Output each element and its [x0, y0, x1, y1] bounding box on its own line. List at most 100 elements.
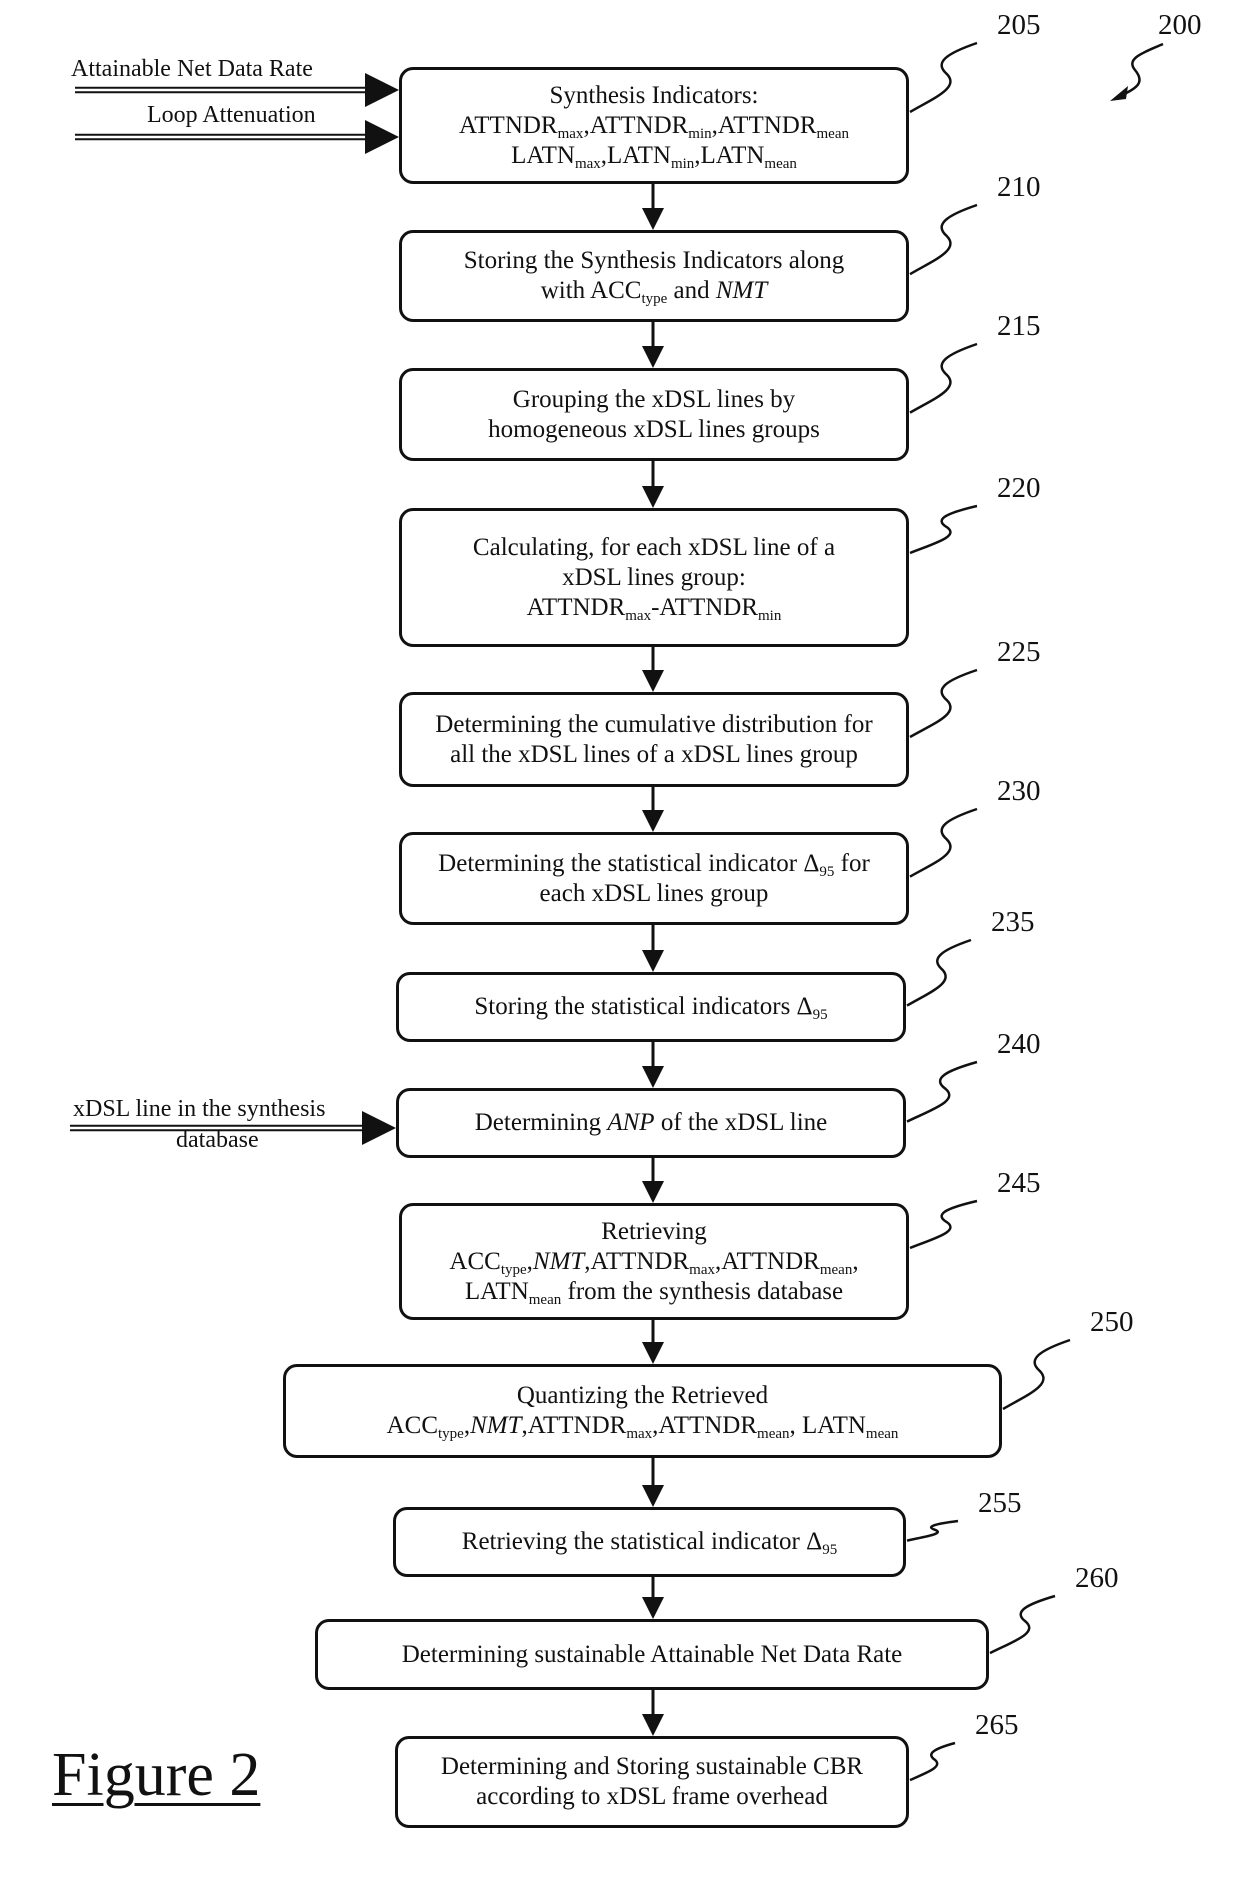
step-text-segment: ,	[852, 1247, 859, 1275]
step-text-line: each xDSL lines group	[540, 879, 769, 909]
step-box-235: Storing the statistical indicators Δ95	[396, 972, 906, 1042]
input-label-loop-attenuation: Loop Attenuation	[147, 102, 316, 128]
step-text-line: ACCtype,NMT,ATTNDRmax,ATTNDRmean, LATNme…	[386, 1411, 899, 1442]
step-text-segment: type	[438, 1426, 464, 1442]
flow-arrow-225-to-230	[642, 787, 664, 832]
leader-line-235	[906, 938, 972, 1007]
flow-arrow-210-to-215	[642, 322, 664, 368]
step-text-segment: xDSL lines group:	[562, 563, 746, 591]
reference-numeral-225: 225	[997, 636, 1041, 668]
step-text-segment: mean	[757, 1426, 790, 1442]
step-text-segment: ,ATTNDR	[521, 1412, 627, 1439]
step-text-line: xDSL lines group:	[562, 563, 746, 593]
flow-arrow-255-to-260	[642, 1577, 664, 1619]
leader-line-250	[1002, 1338, 1071, 1411]
leader-line-245	[909, 1199, 978, 1250]
arrowhead-icon	[365, 73, 399, 107]
step-text-segment: ATTNDR	[459, 111, 558, 139]
step-text-segment: ,ATTNDR	[711, 111, 817, 139]
step-text-line: according to xDSL frame overhead	[476, 1782, 828, 1812]
input-label-xdsl-line-in-synthesis-database: xDSL line in the synthesis	[73, 1096, 326, 1122]
reference-numeral-210: 210	[997, 171, 1041, 203]
step-text-segment: Grouping the xDSL lines by	[512, 385, 796, 413]
step-text-segment: ANP	[607, 1109, 655, 1136]
step-text-segment: Retrieving the statistical indicator Δ	[461, 1528, 823, 1555]
leader-line-225	[909, 668, 978, 739]
reference-numeral-205: 205	[997, 9, 1041, 41]
step-text-segment: max	[626, 1426, 653, 1442]
step-text-segment: Determining	[474, 1109, 608, 1136]
step-text-segment: mean	[865, 1426, 899, 1442]
step-text-segment: ,ATTNDR	[584, 1247, 690, 1275]
reference-numeral-245: 245	[997, 1167, 1041, 1199]
step-text-segment: type	[500, 1261, 527, 1278]
step-text-segment: ACC	[386, 1412, 438, 1439]
step-text-segment: Determining the statistical indicator Δ	[438, 849, 820, 877]
arrowhead-icon	[365, 120, 399, 154]
step-box-225: Determining the cumulative distribution …	[399, 692, 909, 787]
arrowhead-icon	[642, 346, 664, 368]
leader-line-230	[909, 807, 978, 878]
leader-line-220	[909, 504, 978, 555]
step-text-segment: mean	[819, 1261, 853, 1278]
reference-numeral-255: 255	[978, 1487, 1022, 1519]
flow-arrow-245-to-250	[642, 1320, 664, 1364]
arrowhead-icon	[642, 1181, 664, 1203]
step-text-segment: ,LATN	[694, 141, 765, 169]
step-box-240: Determining ANP of the xDSL line	[396, 1088, 906, 1158]
step-text-line: Determining the statistical indicator Δ9…	[438, 849, 870, 880]
step-text-line: ATTNDRmax,ATTNDRmin,ATTNDRmean	[459, 111, 849, 142]
arrowhead-icon	[642, 1485, 664, 1507]
flow-arrow-220-to-225	[642, 647, 664, 692]
step-text-line: ATTNDRmax-ATTNDRmin	[526, 593, 782, 624]
step-text-segment: Determining sustainable Attainable Net D…	[401, 1640, 903, 1668]
step-text-segment: min	[688, 125, 712, 142]
arrowhead-icon	[642, 810, 664, 832]
step-text-segment: Synthesis Indicators:	[549, 81, 759, 109]
flow-arrow-205-to-210	[642, 184, 664, 230]
step-text-segment: homogeneous xDSL lines groups	[488, 415, 820, 443]
leader-line-255	[906, 1519, 959, 1542]
step-text-segment: ATTNDR	[526, 593, 626, 621]
step-text-segment: NMT	[470, 1412, 522, 1439]
step-text-line: LATNmax,LATNmin,LATNmean	[511, 141, 797, 172]
reference-numeral-250: 250	[1090, 1306, 1134, 1338]
step-text-segment: all the xDSL lines of a xDSL lines group	[450, 740, 858, 768]
step-text-segment: LATN	[511, 141, 575, 169]
reference-numeral-215: 215	[997, 310, 1041, 342]
step-text-line: Storing the Synthesis Indicators along	[464, 246, 845, 276]
arrowhead-icon	[642, 670, 664, 692]
step-text-segment: , LATN	[789, 1412, 866, 1439]
reference-numeral-240: 240	[997, 1028, 1041, 1060]
step-box-215: Grouping the xDSL lines by homogeneous xD…	[399, 368, 909, 461]
reference-numeral-230: 230	[997, 775, 1041, 807]
step-text-segment: Quantizing the Retrieved	[516, 1382, 769, 1409]
step-text-segment: of the xDSL line	[654, 1109, 828, 1136]
step-text-line: Retrieving the statistical indicator Δ95	[461, 1527, 838, 1558]
arrowhead-icon	[1110, 86, 1128, 101]
arrowhead-icon	[642, 208, 664, 230]
arrowhead-icon	[642, 486, 664, 508]
flow-arrow-230-to-235	[642, 925, 664, 972]
step-text-line: Storing the statistical indicators Δ95	[474, 992, 827, 1023]
leader-line-240	[906, 1060, 978, 1123]
step-text-segment: Storing the statistical indicators Δ	[474, 993, 813, 1020]
step-text-segment: according to xDSL frame overhead	[476, 1783, 828, 1810]
step-text-line: Determining ANP of the xDSL line	[475, 1108, 827, 1138]
step-text-segment: max	[574, 155, 601, 172]
step-text-segment: mean	[816, 125, 849, 142]
leader-line-260	[989, 1594, 1056, 1655]
leader-line-205	[909, 41, 978, 114]
step-text-segment: min	[758, 607, 782, 624]
step-text-segment: 95	[822, 1542, 838, 1558]
step-text-segment: Calculating, for each xDSL line of a	[472, 533, 836, 561]
step-text-segment: mean	[528, 1291, 562, 1308]
arrowhead-icon	[642, 950, 664, 972]
figure-reference-numeral: 200	[1158, 9, 1202, 41]
step-text-segment: ,ATTNDR	[652, 1412, 758, 1439]
input-label-attainable-net-data-rate: Attainable Net Data Rate	[71, 56, 313, 82]
step-text-segment: each xDSL lines group	[539, 879, 769, 907]
leader-line-265	[909, 1741, 956, 1782]
arrowhead-icon	[642, 1342, 664, 1364]
step-text-segment: from the synthesis database	[561, 1277, 844, 1305]
